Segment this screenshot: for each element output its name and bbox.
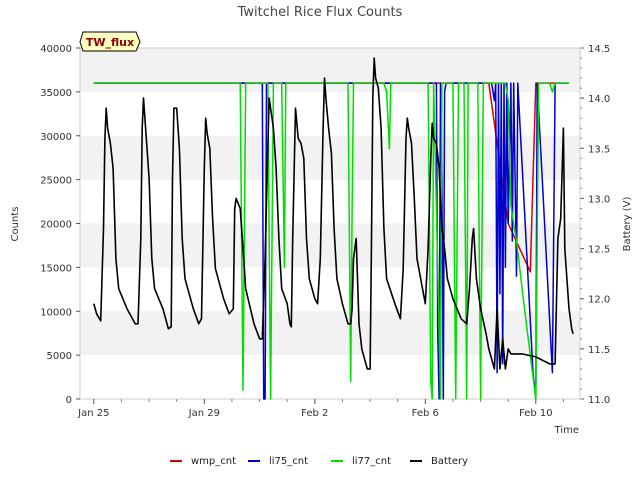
y-tick-label: 5000 — [47, 351, 72, 362]
y-tick-label: 20000 — [40, 220, 72, 231]
y2-tick-label: 11.0 — [588, 395, 610, 406]
x-tick-label: Jan 29 — [188, 408, 220, 419]
y2-tick-label: 11.5 — [588, 345, 610, 356]
y-tick-label: 35000 — [40, 88, 72, 99]
y2-tick-label: 13.0 — [588, 194, 610, 205]
y2-tick-label: 12.5 — [588, 245, 610, 256]
y2-tick-label: 14.5 — [588, 44, 610, 55]
legend-label-li77-cnt: li77_cnt — [352, 456, 391, 467]
y-tick-label: 30000 — [40, 132, 72, 143]
y2-tick-label: 13.5 — [588, 144, 610, 155]
grid-band — [80, 311, 580, 356]
y-tick-label: 10000 — [40, 307, 72, 318]
y2-tick-label: 12.0 — [588, 295, 610, 306]
chart-title: Twitchel Rice Flux Counts — [237, 5, 403, 20]
x-tick-label: Feb 6 — [412, 408, 439, 419]
y-tick-label: 15000 — [40, 263, 72, 274]
station-tag: TW_flux — [79, 31, 141, 52]
legend-label-wmp-cnt: wmp_cnt — [191, 456, 236, 467]
y-tick-label: 0 — [66, 395, 72, 406]
x-tick-label: Feb 2 — [301, 408, 328, 419]
y-tick-label: 40000 — [40, 44, 72, 55]
x-axis-title: Time — [554, 425, 579, 436]
station-tag-label: TW_flux — [86, 36, 134, 49]
x-tick-label: Jan 25 — [77, 408, 109, 419]
y-tick-label: 25000 — [40, 176, 72, 187]
y2-axis-title: Battery (V) — [622, 196, 633, 251]
legend-label-Battery: Battery — [431, 456, 468, 467]
y-axis-title: Counts — [10, 207, 21, 242]
y2-tick-label: 14.0 — [588, 94, 610, 105]
chart: Jan 25 Jan 29 Feb 2 Feb 6 Feb 10 0 5000 10000 1… — [0, 0, 640, 480]
x-tick-label: Feb 10 — [519, 408, 553, 419]
legend-label-li75-cnt: li75_cnt — [269, 456, 308, 467]
